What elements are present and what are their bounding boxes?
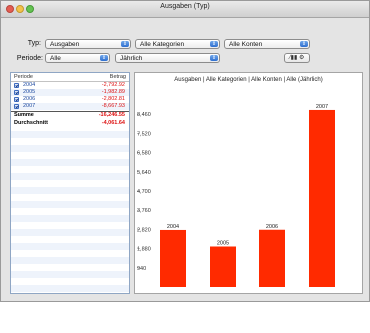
bar[interactable] — [259, 229, 285, 287]
checkbox-icon[interactable] — [14, 97, 19, 102]
row-stripe — [11, 215, 129, 222]
row-stripe — [11, 229, 129, 236]
bar-label: 2005 — [217, 240, 229, 246]
bar[interactable] — [160, 229, 186, 287]
row-stripe — [11, 201, 129, 208]
row-stripe — [11, 131, 129, 138]
periode-select[interactable]: Alle ⇕ — [45, 53, 110, 63]
average-row: Durchschnitt -4,061.64 — [11, 120, 129, 127]
interval-select-value: Jährlich — [120, 55, 143, 62]
y-tick-label: 940 — [137, 266, 146, 272]
checkbox-icon[interactable] — [14, 104, 19, 109]
row-period: 2006 — [23, 96, 36, 102]
row-period: 2004 — [23, 82, 36, 88]
row-stripe — [11, 243, 129, 250]
row-stripe — [11, 271, 129, 278]
bar-label: 2004 — [167, 224, 179, 230]
row-amount: -2,792.92 — [101, 82, 125, 88]
popup-arrows-icon: ⇕ — [121, 41, 129, 47]
bar-label: 2007 — [316, 104, 328, 110]
typ-select[interactable]: Ausgaben ⇕ — [45, 39, 131, 49]
y-tick-label: 4,700 — [137, 189, 151, 195]
popup-arrows-icon: ⇕ — [210, 41, 218, 47]
category-select[interactable]: Alle Kategorien ⇕ — [135, 39, 220, 49]
checkbox-icon[interactable] — [14, 83, 19, 88]
y-tick-label: 2,820 — [137, 227, 151, 233]
period-table: Periode Betrag 2004 -2,792.92 2005 -1,98… — [10, 72, 130, 294]
category-select-value: Alle Kategorien — [140, 41, 185, 48]
chart-panel: Ausgaben | Alle Kategorien | Alle Konten… — [134, 72, 363, 294]
y-tick-label: 7,520 — [137, 131, 151, 137]
table-header: Periode Betrag — [11, 73, 129, 82]
popup-arrows-icon: ⇕ — [300, 41, 308, 47]
col-amount-header[interactable]: Betrag — [110, 73, 126, 81]
table-row[interactable]: 2005 -1,982.89 — [11, 89, 129, 96]
y-tick-label: 8,460 — [137, 112, 151, 118]
y-tick-label: 3,760 — [137, 208, 151, 214]
y-tick-label: 5,640 — [137, 170, 151, 176]
periode-label: Periode: — [16, 55, 43, 62]
row-stripe — [11, 173, 129, 180]
typ-select-value: Ausgaben — [50, 41, 80, 48]
chart-options-button[interactable]: ⁄▮▮ ⚙ — [284, 53, 310, 63]
bar-label: 2006 — [266, 224, 278, 230]
row-stripe — [11, 187, 129, 194]
account-select[interactable]: Alle Konten ⇕ — [224, 39, 310, 49]
table-row[interactable]: 2007 -8,667.93 — [11, 103, 129, 110]
col-period-header[interactable]: Periode — [14, 73, 33, 81]
row-stripe — [11, 257, 129, 264]
title-bar: Ausgaben (Typ) — [1, 1, 369, 18]
typ-label: Typ: — [27, 40, 41, 47]
table-row[interactable]: 2006 -2,802.81 — [11, 96, 129, 103]
row-stripe — [11, 285, 129, 292]
checkbox-icon[interactable] — [14, 90, 19, 95]
average-label: Durchschnitt — [14, 120, 48, 126]
bar[interactable] — [210, 246, 236, 287]
bar[interactable] — [309, 109, 335, 288]
sum-row: Summe -16,246.55 — [11, 112, 129, 119]
app-window: Ausgaben (Typ) Typ: Ausgaben ⇕ Alle Kate… — [0, 0, 370, 302]
popup-arrows-icon: ⇕ — [100, 55, 108, 61]
row-stripe — [11, 145, 129, 152]
periode-select-value: Alle — [50, 55, 61, 62]
bar-chart: 940 1,880 2,820 3,760 4,700 5,640 6,580 7,520 8,… — [137, 104, 335, 288]
sum-label: Summe — [14, 112, 34, 118]
window-title: Ausgaben (Typ) — [160, 3, 210, 10]
interval-select[interactable]: Jährlich ⇕ — [115, 53, 220, 63]
row-period: 2007 — [23, 103, 36, 109]
popup-arrows-icon: ⇕ — [210, 55, 218, 61]
chart-type-icon: ⁄▮▮ ⚙ — [289, 55, 305, 61]
row-amount: -8,667.93 — [101, 103, 125, 109]
row-amount: -1,982.89 — [101, 89, 125, 95]
table-row[interactable]: 2004 -2,792.92 — [11, 82, 129, 89]
y-tick-label: 6,580 — [137, 151, 151, 157]
average-value: -4,061.64 — [101, 120, 125, 126]
row-amount: -2,802.81 — [101, 96, 125, 102]
row-stripe — [11, 159, 129, 166]
y-tick-label: 1,880 — [137, 247, 151, 253]
account-select-value: Alle Konten — [229, 41, 263, 48]
sum-value: -16,246.55 — [98, 112, 125, 118]
row-period: 2005 — [23, 89, 36, 95]
